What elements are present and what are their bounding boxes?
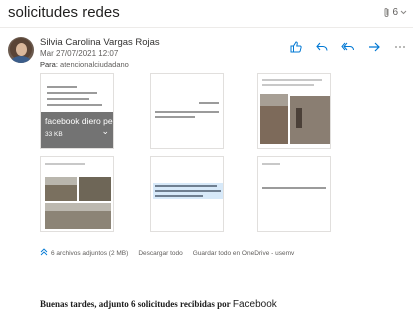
body-tail: Facebook	[232, 299, 277, 310]
recipients-line: Para: atencionalciudadano	[40, 60, 129, 69]
more-icon[interactable]	[393, 40, 407, 54]
attachment-card[interactable]	[40, 156, 114, 232]
chevron-down-icon	[400, 10, 407, 15]
forward-icon[interactable]	[367, 40, 381, 54]
to-value[interactable]: atencionalciudadano	[60, 60, 129, 69]
reply-all-icon[interactable]	[341, 40, 355, 54]
paperclip-icon	[383, 7, 390, 18]
email-subject: solicitudes redes	[8, 4, 120, 21]
attachments-footer: 6 archivos adjuntos (2 MB) Descargar tod…	[40, 248, 294, 258]
message-actions	[289, 40, 407, 54]
avatar[interactable]	[8, 37, 34, 63]
sender-name[interactable]: Silvia Carolina Vargas Rojas	[40, 37, 160, 48]
chevron-up-double-icon	[40, 248, 48, 258]
attachment-count-indicator[interactable]: 6	[383, 7, 407, 18]
attachment-size: 33 KB	[45, 131, 63, 138]
attachment-card[interactable]	[150, 156, 224, 232]
like-icon[interactable]	[289, 40, 303, 54]
attachment-card[interactable]	[257, 73, 331, 149]
attachment-overlay: facebook diero perilla 33 KB ⌄	[41, 112, 113, 148]
attachment-filename: facebook diero perilla	[45, 116, 113, 126]
attachments-summary[interactable]: 6 archivos adjuntos (2 MB)	[40, 248, 128, 258]
attachment-count: 6	[392, 7, 398, 18]
subject-bar: solicitudes redes 6	[0, 0, 413, 28]
body-greeting: Buenas tardes, adjunto 6 solicitudes rec…	[40, 299, 231, 309]
attachment-card[interactable]: facebook diero perilla 33 KB ⌄	[40, 73, 114, 149]
message-date: Mar 27/07/2021 12:07	[40, 49, 119, 58]
chevron-down-icon[interactable]: ⌄	[101, 126, 109, 137]
message-body: Buenas tardes, adjunto 6 solicitudes rec…	[40, 299, 277, 310]
download-all-link[interactable]: Descargar todo	[138, 250, 182, 257]
to-label: Para:	[40, 60, 58, 69]
reply-icon[interactable]	[315, 40, 329, 54]
attachment-card[interactable]	[257, 156, 331, 232]
save-onedrive-link[interactable]: Guardar todo en OneDrive - usemv	[193, 250, 295, 257]
attachment-card[interactable]	[150, 73, 224, 149]
